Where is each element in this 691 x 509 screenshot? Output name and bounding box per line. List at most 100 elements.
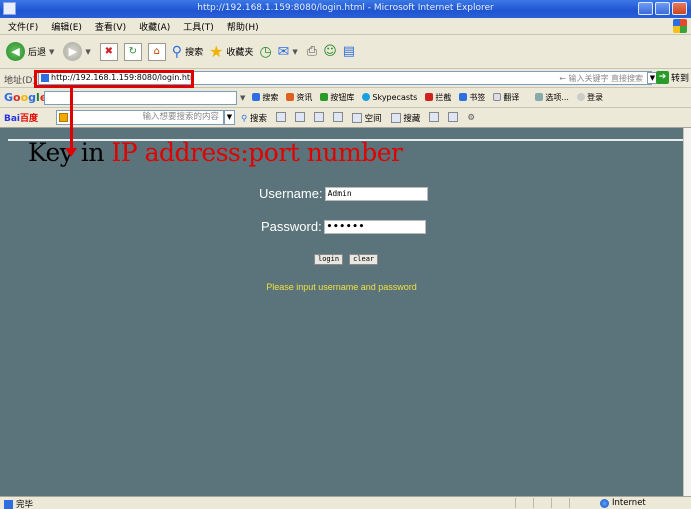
wrench-icon [535,93,544,101]
google-bookmarks-button[interactable]: 书签 [459,92,485,103]
history-icon: ◷ [259,43,272,60]
google-logo: Google [4,91,47,104]
baidu-tool-2[interactable] [294,112,305,123]
baidu-logo: Bai百度 [4,114,39,124]
password-label: Password: [261,219,322,234]
menu-file[interactable]: 文件(F) [8,20,38,33]
google-buttons-button[interactable]: 按钮库 [320,92,354,103]
history-button[interactable]: ◷ [259,44,271,60]
baidu-settings-button[interactable]: ⚙ [467,113,475,123]
pencil-icon [448,112,459,122]
url-highlight-box [34,70,194,88]
forward-arrow-icon: ▶ [63,42,83,61]
baidu-tool-4[interactable] [332,112,343,123]
annotation-arrow-line [70,88,73,150]
menu-view[interactable]: 查看(V) [95,20,126,33]
address-label: 地址(D) [4,76,36,86]
search-icon [252,93,261,101]
username-label: Username: [259,186,323,201]
post-icon [390,112,401,123]
baidu-post-button[interactable]: 搜藏 [390,112,420,124]
baidu-tool-6[interactable] [448,112,459,123]
search-button[interactable]: ⚲ 搜索 [172,44,203,60]
home-icon: ⌂ [147,42,166,61]
translate-icon [493,93,502,101]
status-panes [515,498,587,508]
gear-icon: ⚙ [467,112,476,123]
refresh-button[interactable]: ↻ [123,42,142,61]
go-button[interactable]: ➔ 转到 [655,71,689,84]
page-done-icon [4,499,13,509]
chevron-down-icon: ▼ [85,47,91,56]
status-bar: 完毕 Internet [0,496,691,509]
favorites-button[interactable]: ★ 收藏夹 [209,42,253,61]
messenger-button[interactable]: ☺ [323,44,337,59]
status-pane [551,498,569,508]
clear-button[interactable]: clear [349,254,379,265]
windows-logo-icon [673,19,687,33]
status-zone: Internet [600,498,646,508]
window-title: http://192.168.1.159:8080/login.html - M… [197,3,494,13]
baidu-input-icon [59,113,68,122]
baidu-search-input[interactable]: 输入想要搜索的内容 [56,110,224,125]
search-icon: ⚲ [171,43,183,60]
menu-edit[interactable]: 编辑(E) [51,20,82,33]
login-buttons: login clear [314,254,379,265]
google-login-button[interactable]: 登录 [576,92,603,103]
baidu-tool-5[interactable] [429,112,440,123]
google-options-button[interactable]: 选项... [535,92,569,103]
tool-icon [429,112,440,122]
status-pane [515,498,533,508]
login-button[interactable]: login [314,254,344,265]
google-skypecasts-button[interactable]: Skypecasts [362,93,417,102]
tool-icon [275,112,286,122]
username-input[interactable]: Admin [324,186,428,201]
status-pane [569,498,587,508]
address-hint: ← 输入关键字 直接搜索 [559,74,643,83]
home-button[interactable]: ⌂ [147,42,166,61]
baidu-space-button[interactable]: 空间 [351,112,382,124]
stop-icon: ✖ [99,42,118,61]
edit-icon: ▤ [342,44,356,59]
forward-button[interactable]: ▶ ▼ [63,42,93,61]
space-icon [351,112,362,123]
vertical-scrollbar[interactable] [683,128,691,496]
edit-button[interactable]: ▤ [343,44,355,59]
menu-bar: 文件(F) 编辑(E) 查看(V) 收藏(A) 工具(T) 帮助(H) [0,18,691,35]
google-translate-button[interactable]: 翻译 [493,92,519,103]
baidu-tool-3[interactable] [313,112,324,123]
back-arrow-icon: ◀ [6,42,25,61]
plus-icon [320,93,329,101]
back-button[interactable]: ◀ 后退 ▼ [6,42,57,61]
menu-help[interactable]: 帮助(H) [227,20,259,33]
menu-tools[interactable]: 工具(T) [183,20,214,33]
chevron-down-icon[interactable]: ▼ [240,94,245,102]
baidu-tool-1[interactable] [275,112,286,123]
block-icon [425,93,434,101]
menu-favorites[interactable]: 收藏(A) [139,20,170,33]
password-input[interactable]: •••••• [323,219,426,234]
password-row: Password: •••••• [261,219,426,234]
star-icon: ★ [209,42,224,61]
google-news-button[interactable]: 资讯 [286,92,312,103]
google-blocker-button[interactable]: 拦截 [425,92,451,103]
print-button[interactable]: ⎙ [307,44,317,59]
mail-button[interactable]: ✉ ▼ [278,44,301,60]
minimize-button[interactable] [638,2,653,15]
google-search-button[interactable]: 搜索 [252,92,278,103]
baidu-toolbar-items: ⚲ 搜索 空间 搜藏 ⚙ [241,112,484,124]
standard-toolbar: ◀ 后退 ▼ ▶ ▼ ✖ ↻ ⌂ ⚲ 搜索 ★ 收藏夹 ◷ ✉ ▼ ⎙ ☺ ▤ [0,35,691,69]
status-left: 完毕 [4,498,33,509]
news-icon [286,93,295,101]
annotation-text: Key in IP address:port number [28,138,403,167]
tool-icon [332,112,343,122]
close-button[interactable] [672,2,687,15]
maximize-button[interactable] [655,2,670,15]
search-icon: ⚲ [241,113,250,124]
stop-button[interactable]: ✖ [99,42,118,61]
tool-icon [294,112,305,122]
baidu-search-button[interactable]: ⚲ 搜索 [241,112,267,124]
status-pane [533,498,551,508]
baidu-dropdown-button[interactable]: ▼ [224,110,235,125]
go-arrow-icon: ➔ [655,71,669,84]
